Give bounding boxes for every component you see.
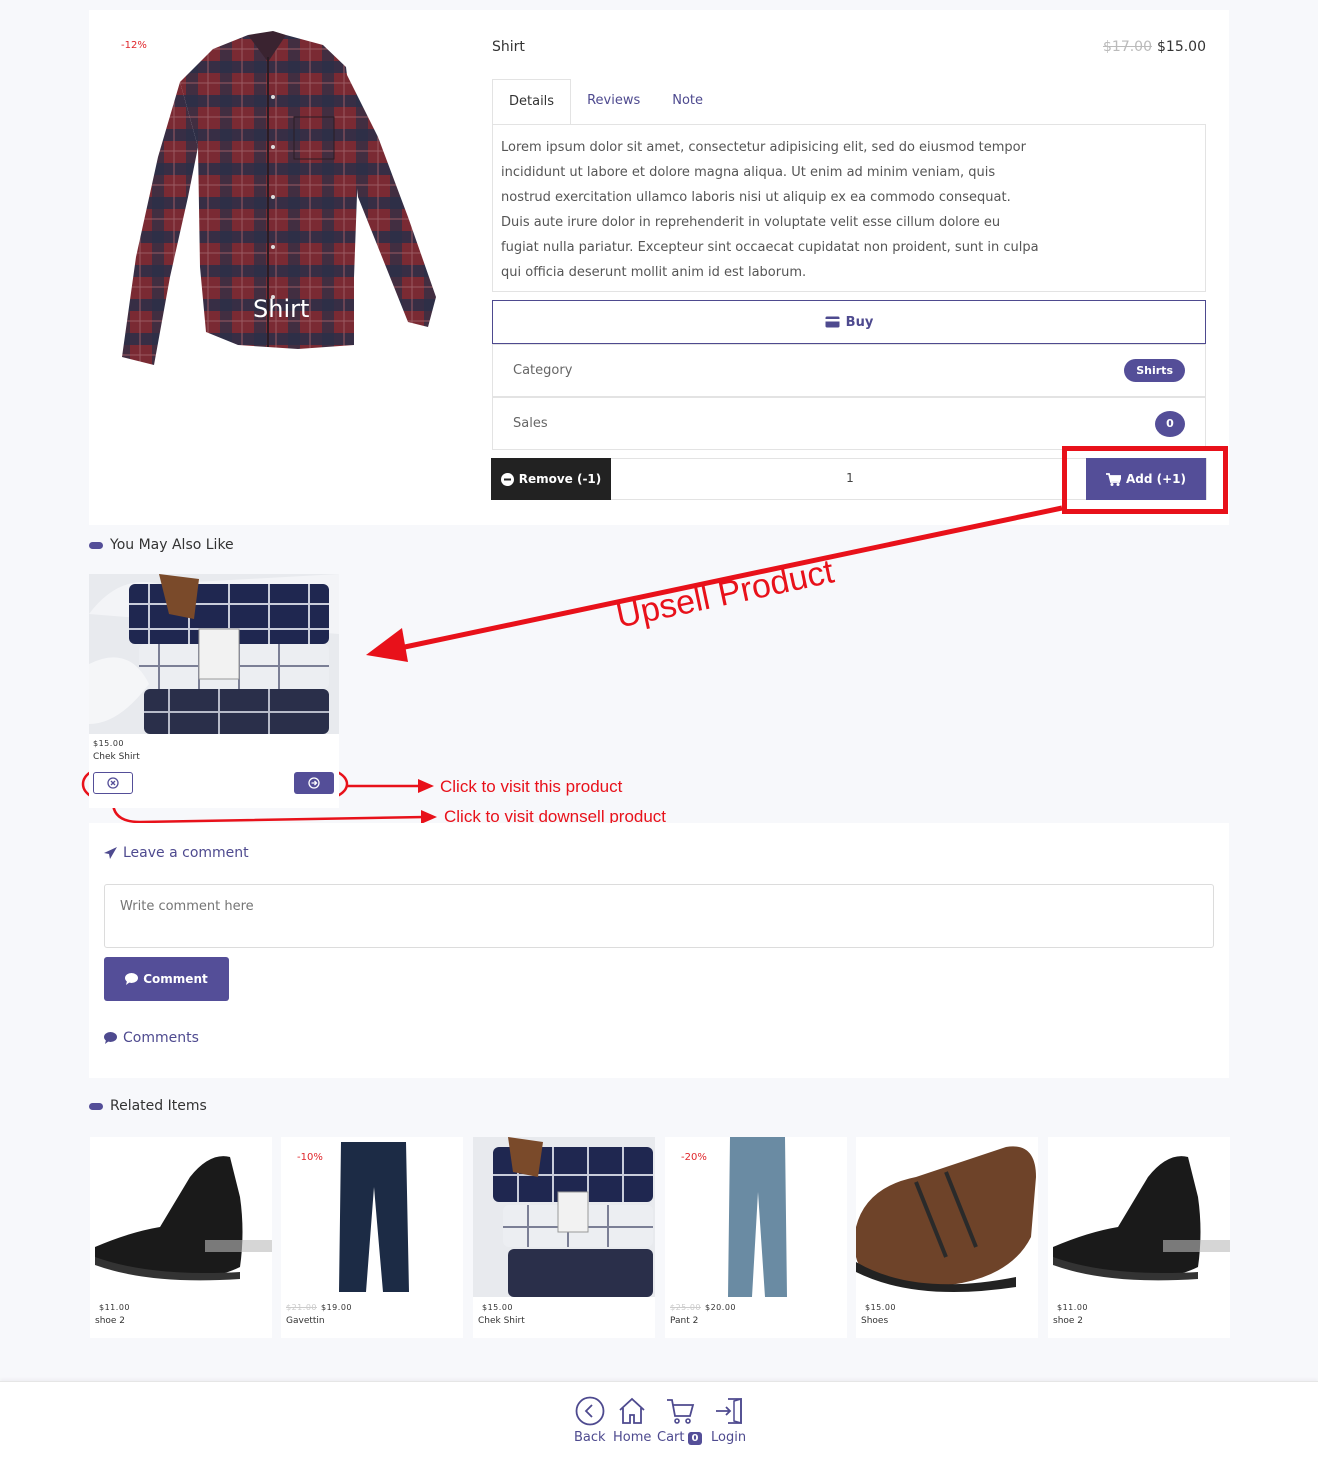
upsell-heading: You May Also Like [89,537,234,553]
speech-bubble-icon [125,973,139,985]
paper-plane-icon [104,846,117,859]
related-price: $11.00 [99,1303,130,1312]
visit-product-button[interactable] [294,772,334,794]
nav-cart[interactable]: Cart 0 [657,1396,703,1445]
related-name: Pant 2 [670,1316,699,1326]
related-name: shoe 2 [95,1316,126,1326]
comment-textarea[interactable] [104,884,1214,948]
close-circle-icon [107,777,119,789]
related-price: $25.00 $20.00 [670,1303,736,1312]
login-icon [715,1398,742,1424]
upsell-name[interactable]: Chek Shirt [93,752,140,762]
related-item-3[interactable]: $15.00 Chek Shirt [473,1137,655,1338]
related-name: Shoes [861,1316,889,1326]
upsell-price: $15.00 [93,739,124,748]
black-shoe-image [90,1137,272,1297]
comment-button-label: Comment [143,972,208,986]
related-item-4[interactable]: -20% $25.00 $20.00 Pant 2 [665,1137,847,1338]
back-circle-icon [575,1396,605,1426]
related-item-2[interactable]: -10% $21.00 $19.00 Gavettin [281,1137,463,1338]
section-dot-icon [89,541,103,549]
home-icon [619,1397,645,1424]
comments-heading: Comments [104,1030,199,1046]
section-dot-icon [89,1102,103,1110]
nav-back[interactable]: Back [574,1396,606,1445]
nav-login[interactable]: Login [711,1396,746,1445]
folded-shirts-image [473,1137,655,1297]
related-heading-text: Related Items [110,1098,207,1114]
folded-shirts-image [89,574,339,734]
cart-icon [666,1399,694,1424]
leave-comment-heading: Leave a comment [104,845,249,861]
related-price: $11.00 [1057,1303,1088,1312]
black-shoe-image [1048,1137,1230,1297]
comment-button[interactable]: Comment [104,957,229,1001]
related-item-6[interactable]: $11.00 shoe 2 [1048,1137,1230,1338]
related-name: shoe 2 [1053,1316,1084,1326]
nav-back-label: Back [574,1430,606,1445]
related-item-1[interactable]: $11.00 shoe 2 [90,1137,272,1338]
nav-cart-label: Cart 0 [657,1430,703,1445]
cart-count-badge: 0 [687,1432,703,1445]
nav-home[interactable]: Home [613,1396,651,1445]
related-price: $15.00 [482,1303,513,1312]
upsell-heading-text: You May Also Like [110,537,234,553]
related-price: $21.00 $19.00 [286,1303,352,1312]
related-name: Chek Shirt [478,1316,525,1326]
related-discount: -20% [681,1152,707,1163]
arrow-right-circle-icon [308,777,320,789]
downsell-button[interactable] [93,772,133,794]
comments-heading-text: Comments [123,1030,199,1046]
related-item-5[interactable]: $15.00 Shoes [856,1137,1038,1338]
brown-shoe-image [856,1137,1038,1297]
comment-card [89,823,1229,1078]
nav-login-label: Login [711,1430,747,1445]
related-name: Gavettin [286,1316,325,1326]
speech-bubble-icon [104,1032,117,1044]
leave-comment-text: Leave a comment [123,845,249,861]
related-price: $15.00 [865,1303,896,1312]
footer-nav: Back Home Cart 0 Login [0,1381,1318,1459]
nav-home-label: Home [613,1430,652,1445]
annotation-visit-product: Click to visit this product [440,777,623,796]
related-heading: Related Items [89,1098,207,1114]
related-discount: -10% [297,1152,323,1163]
